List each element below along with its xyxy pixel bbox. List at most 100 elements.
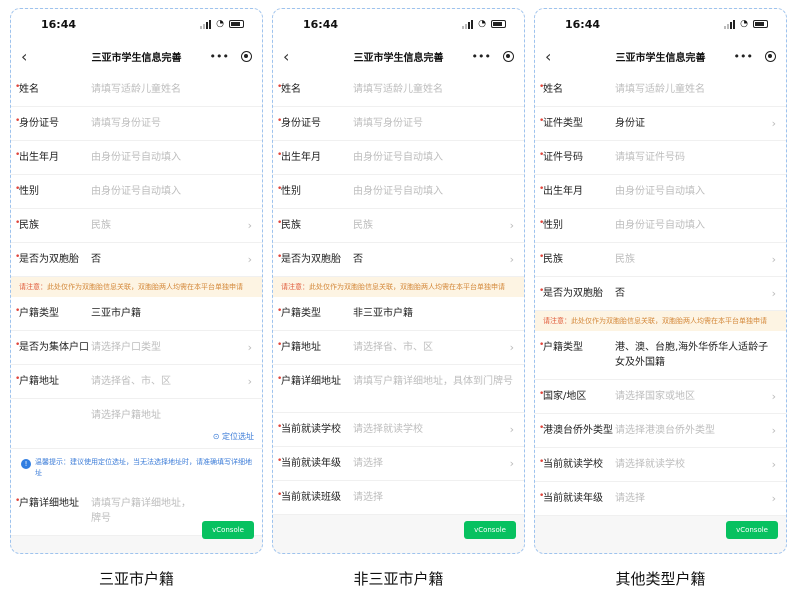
form-row[interactable]: • 户籍类型 三亚市户籍 — [11, 297, 262, 331]
more-icon[interactable]: ••• — [472, 50, 491, 63]
field-value[interactable]: 请选择就读学校 — [353, 422, 506, 437]
field-value[interactable]: 由身份证号自动填入 — [91, 184, 252, 199]
form-row[interactable]: • 当前就读年级 请选择 › — [535, 482, 786, 516]
field-value[interactable]: 否 — [353, 252, 506, 267]
field-value[interactable]: 请选择国家或地区 — [615, 389, 768, 404]
field-value[interactable]: 由身份证号自动填入 — [615, 184, 776, 199]
field-value[interactable]: 三亚市户籍 — [91, 306, 252, 321]
form-row[interactable]: • 是否为双胞胎 否 › — [11, 243, 262, 277]
field-value[interactable]: 由身份证号自动填入 — [91, 150, 252, 165]
field-label: 性别 — [543, 220, 563, 231]
locate-link[interactable]: ⊙ 定位选址 — [213, 431, 254, 442]
field-value[interactable]: 请填写身份证号 — [91, 116, 252, 131]
form-row[interactable]: • 出生年月 由身份证号自动填入 — [535, 175, 786, 209]
field-value[interactable]: 请填写身份证号 — [353, 116, 514, 131]
form-row[interactable]: • 是否为双胞胎 否 › — [535, 277, 786, 311]
field-value[interactable]: 请选择省、市、区 — [353, 340, 506, 355]
form-row[interactable]: • 姓名 请填写适龄儿童姓名 — [11, 73, 262, 107]
field-value[interactable]: 港、澳、台胞,海外华侨华人适龄子女及外国籍 — [615, 340, 776, 370]
form-row[interactable]: • 当前就读学校 请选择就读学校 › — [273, 413, 524, 447]
back-icon[interactable]: ‹ — [21, 47, 41, 66]
field-value[interactable]: 请选择户口类型 — [91, 340, 244, 355]
field-label: 身份证号 — [281, 118, 321, 129]
nav-bar: ‹ 三亚市学生信息完善 ••• — [11, 39, 262, 73]
close-miniapp-icon[interactable] — [765, 50, 776, 62]
field-value[interactable]: 请选择 — [353, 456, 506, 471]
field-value[interactable]: 民族 — [91, 218, 244, 233]
form-row[interactable]: • 民族 民族 › — [273, 209, 524, 243]
status-time: 16:44 — [303, 17, 339, 31]
address-select[interactable]: 请选择户籍地址 — [91, 408, 252, 423]
form-row[interactable]: • 证件号码 请填写证件号码 — [535, 141, 786, 175]
vconsole-button[interactable]: vConsole — [202, 521, 254, 539]
field-value[interactable]: 否 — [615, 286, 768, 301]
detail-address-row[interactable]: 请选择户籍地址 ⊙ 定位选址 — [11, 399, 262, 449]
form: • 姓名 请填写适龄儿童姓名 • 身份证号 请填写身份证号 • 出生年月 由身份… — [273, 73, 524, 515]
field-label: 性别 — [281, 186, 301, 197]
field-value[interactable]: 请填写适龄儿童姓名 — [353, 82, 514, 97]
form-row[interactable]: • 是否为集体户口 请选择户口类型 › — [11, 331, 262, 365]
form-row[interactable]: • 港澳台侨外类型 请选择港澳台侨外类型 › — [535, 414, 786, 448]
form-row[interactable]: • 国家/地区 请选择国家或地区 › — [535, 380, 786, 414]
form-row[interactable]: • 出生年月 由身份证号自动填入 — [273, 141, 524, 175]
signal-icon — [200, 19, 212, 29]
wifi-icon: ◔ — [740, 19, 748, 29]
back-icon[interactable]: ‹ — [283, 47, 303, 66]
vconsole-button[interactable]: vConsole — [726, 521, 778, 539]
field-value[interactable]: 民族 — [615, 252, 768, 267]
form-row[interactable]: • 姓名 请填写适龄儿童姓名 — [535, 73, 786, 107]
field-value[interactable]: 民族 — [353, 218, 506, 233]
field-value[interactable]: 否 — [91, 252, 244, 267]
form-row[interactable]: • 当前就读学校 请选择就读学校 › — [535, 448, 786, 482]
back-icon[interactable]: ‹ — [545, 47, 565, 66]
field-value[interactable]: 非三亚市户籍 — [353, 306, 514, 321]
more-icon[interactable]: ••• — [210, 50, 229, 63]
field-value[interactable]: 身份证 — [615, 116, 768, 131]
form-row[interactable]: • 户籍地址 请选择省、市、区 › — [273, 331, 524, 365]
form-row[interactable]: • 性别 由身份证号自动填入 — [11, 175, 262, 209]
chevron-right-icon: › — [509, 219, 514, 232]
field-value[interactable]: 请填写户籍详细地址，具体到门牌号 — [353, 374, 514, 389]
form-row[interactable]: • 姓名 请填写适龄儿童姓名 — [273, 73, 524, 107]
close-miniapp-icon[interactable] — [503, 50, 514, 62]
form-row[interactable]: • 民族 民族 › — [11, 209, 262, 243]
phone-screen: 16:44 ◔ ‹ 三亚市学生信息完善 ••• • 姓名 请填写适龄儿童姓名 •… — [272, 8, 525, 554]
form-row[interactable]: • 户籍类型 非三亚市户籍 — [273, 297, 524, 331]
field-label: 户籍地址 — [19, 376, 59, 387]
field-value[interactable]: 请填写证件号码 — [615, 150, 776, 165]
field-value[interactable]: 请选择就读学校 — [615, 457, 768, 472]
field-value[interactable]: 由身份证号自动填入 — [615, 218, 776, 233]
field-label: 出生年月 — [19, 152, 59, 163]
form-row[interactable]: • 户籍详细地址 请填写户籍详细地址，具体到门牌号 — [273, 365, 524, 413]
field-value[interactable]: 由身份证号自动填入 — [353, 184, 514, 199]
field-value[interactable]: 由身份证号自动填入 — [353, 150, 514, 165]
form-row[interactable]: • 证件类型 身份证 › — [535, 107, 786, 141]
more-icon[interactable]: ••• — [734, 50, 753, 63]
field-label: 是否为双胞胎 — [281, 254, 341, 265]
form-row[interactable]: • 身份证号 请填写身份证号 — [273, 107, 524, 141]
form-row[interactable]: • 是否为双胞胎 否 › — [273, 243, 524, 277]
form-row[interactable]: • 性别 由身份证号自动填入 — [535, 209, 786, 243]
form-row[interactable]: • 民族 民族 › — [535, 243, 786, 277]
form-row[interactable]: • 身份证号 请填写身份证号 — [11, 107, 262, 141]
field-value[interactable]: 请填写适龄儿童姓名 — [91, 82, 252, 97]
form-row[interactable]: • 户籍类型 港、澳、台胞,海外华侨华人适龄子女及外国籍 — [535, 331, 786, 380]
wifi-icon: ◔ — [216, 19, 224, 29]
field-value[interactable]: 请填写适龄儿童姓名 — [615, 82, 776, 97]
form-row[interactable]: • 性别 由身份证号自动填入 — [273, 175, 524, 209]
form-row[interactable]: • 当前就读班级 请选择 — [273, 481, 524, 515]
notice-text: 此处仅作为双胞胎信息关联，双胞胎两人均需在本平台单独申请 — [571, 317, 767, 325]
field-label: 民族 — [19, 220, 39, 231]
field-value[interactable]: 请选择 — [615, 491, 768, 506]
info-icon: ! — [21, 459, 31, 469]
form-row[interactable]: • 出生年月 由身份证号自动填入 — [11, 141, 262, 175]
close-miniapp-icon[interactable] — [241, 50, 252, 62]
field-value[interactable]: 请选择港澳台侨外类型 — [615, 423, 768, 438]
form-row[interactable]: • 当前就读年级 请选择 › — [273, 447, 524, 481]
field-value[interactable]: 请选择省、市、区 — [91, 374, 244, 389]
signal-icon — [462, 19, 474, 29]
field-value[interactable]: 请选择 — [353, 490, 514, 505]
battery-icon — [753, 20, 768, 28]
form-row[interactable]: • 户籍地址 请选择省、市、区 › — [11, 365, 262, 399]
vconsole-button[interactable]: vConsole — [464, 521, 516, 539]
